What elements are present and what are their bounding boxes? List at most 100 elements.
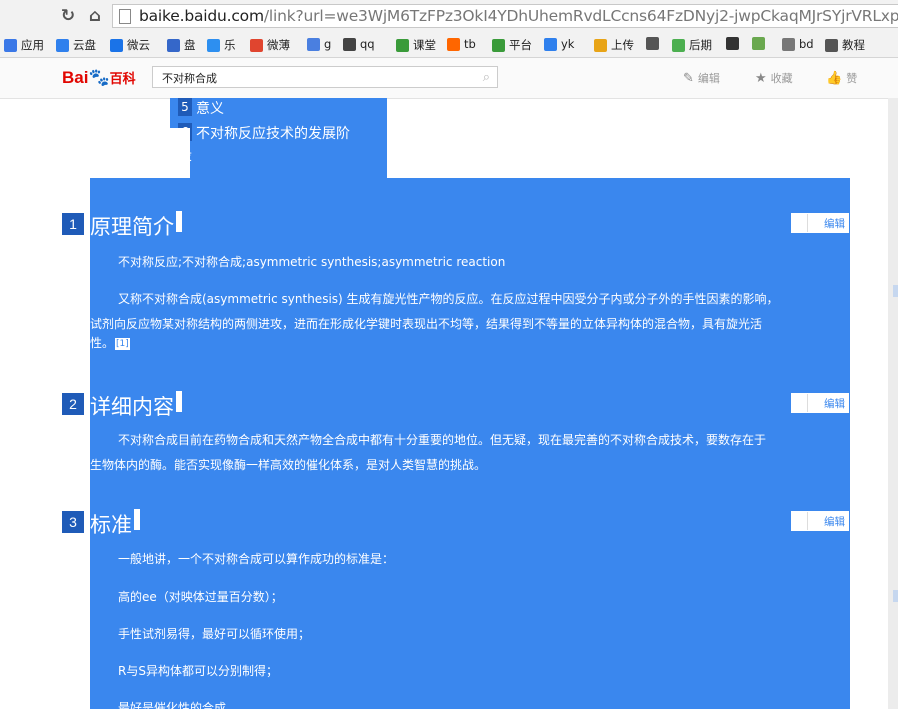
url-path: /link?url=we3WjM6TzFPz3OkI4YDhUhemRvdLCc…	[263, 7, 898, 25]
paragraph: 又称不对称合成(asymmetric synthesis) 生成有旋光性产物的反…	[118, 292, 779, 306]
page-icon	[119, 9, 131, 24]
bookmark-item[interactable]: 云盘	[56, 37, 96, 53]
paragraph: 试剂向反应物某对称结构的两侧进攻，进而在形成化学键时表现出不均等，结果得到不等量…	[90, 317, 763, 331]
bookmark-item[interactable]: 微薄	[250, 37, 290, 53]
search-query: 不对称合成	[162, 72, 217, 85]
paragraph: R与S异构体都可以分别制得；	[118, 664, 278, 678]
bookmark-item[interactable]: qq	[343, 37, 375, 51]
toc-label: 意义	[196, 101, 224, 117]
edit-label: 编辑	[824, 398, 845, 410]
section-number: 1	[62, 213, 84, 235]
bookmark-item[interactable]: 平台	[492, 37, 532, 53]
favorite-button[interactable]: ★ 收藏	[755, 70, 793, 86]
scroll-marker	[893, 590, 898, 602]
bookmark-item[interactable]: bd	[782, 37, 814, 51]
bookmark-icon	[782, 37, 795, 51]
bookmark-icon	[825, 38, 838, 52]
bookmark-item[interactable]	[752, 37, 769, 50]
bookmark-item[interactable]: 上传	[594, 37, 634, 53]
paragraph: 一般地讲，一个不对称合成可以算作成功的标准是：	[118, 552, 395, 566]
bookmark-label: bd	[799, 37, 814, 51]
bookmark-icon	[4, 38, 17, 52]
bookmark-icon	[672, 38, 685, 52]
bookmark-icon	[56, 38, 69, 52]
reload-icon[interactable]: ↻	[58, 6, 78, 26]
home-icon[interactable]: ⌂	[85, 6, 105, 26]
paragraph: 手性试剂易得，最好可以循环使用；	[118, 627, 311, 641]
bookmark-item[interactable]: 教程	[825, 37, 865, 53]
bookmark-icon	[250, 38, 263, 52]
section-edit-button[interactable]: 编辑	[791, 213, 849, 233]
bookmark-label: g	[324, 37, 332, 51]
bookmark-label: 乐	[224, 38, 236, 52]
bookmark-icon	[447, 37, 460, 51]
edit-box	[793, 512, 808, 530]
bookmark-item[interactable]	[726, 37, 743, 50]
favorite-label: 收藏	[770, 72, 793, 85]
toc-item-5[interactable]: 5 意义	[178, 98, 224, 118]
bookmarks-bar: 应用 云盘 微云 盘 乐 微薄 g qq 课堂 tb 平台 yk 上传 后期 bd 教程	[0, 33, 898, 58]
edit-label: 编辑	[824, 516, 845, 528]
paragraph: 不对称合成目前在药物合成和天然产物全合成中都有十分重要的地位。但无疑，现在最完善…	[118, 433, 767, 447]
bookmark-label: qq	[360, 37, 375, 51]
bookmark-label: 盘	[184, 38, 196, 52]
url-domain: baike.baidu.com	[139, 7, 264, 25]
bookmark-item[interactable]	[646, 37, 663, 50]
section-number: 2	[62, 393, 84, 415]
bookmark-item[interactable]: yk	[544, 37, 574, 51]
star-icon: ★	[755, 70, 767, 86]
search-icon[interactable]: ⌕	[483, 70, 490, 85]
bookmark-icon	[726, 37, 739, 50]
toc-item-6[interactable]: 6不对称反应技术的发展阶段	[178, 123, 358, 167]
toc-highlight: 5意义 6不对称反应技术的发展阶段	[170, 98, 387, 178]
bookmark-icon	[167, 38, 180, 52]
bookmark-label: 微薄	[267, 38, 290, 52]
edit-box	[793, 394, 808, 412]
bookmark-item[interactable]: tb	[447, 37, 476, 51]
bookmark-label: 平台	[509, 38, 532, 52]
scrollbar-track[interactable]	[888, 98, 898, 709]
bookmark-icon	[396, 38, 409, 52]
bookmark-item[interactable]: 课堂	[396, 37, 436, 53]
site-header: Bai🐾百科 不对称合成 ⌕ ✎ 编辑 ★ 收藏 👍 赞	[0, 58, 898, 99]
like-label: 赞	[846, 72, 858, 85]
section-number: 3	[62, 511, 84, 533]
bookmark-icon	[343, 37, 356, 51]
paragraph: 生物体内的酶。能否实现像酶一样高效的催化体系，是对人类智慧的挑战。	[90, 458, 487, 472]
bookmark-icon	[594, 38, 607, 52]
bookmark-label: 课堂	[413, 38, 436, 52]
baike-logo[interactable]: Bai🐾百科	[62, 68, 136, 88]
logo-bai: Bai	[62, 68, 89, 87]
logo-baike: 百科	[109, 71, 136, 86]
bookmark-item[interactable]: 微云	[110, 37, 150, 53]
bookmark-icon	[646, 37, 659, 50]
bookmark-item[interactable]: 应用	[4, 37, 44, 53]
bookmark-icon	[307, 37, 320, 51]
toc-gap	[170, 128, 190, 178]
search-input[interactable]: 不对称合成 ⌕	[152, 66, 498, 88]
bookmark-item[interactable]: 乐	[207, 37, 236, 53]
bookmark-icon	[207, 38, 220, 52]
toc-num: 5	[178, 98, 192, 116]
url-text: baike.baidu.com/link?url=we3WjM6TzFPz3Ok…	[139, 7, 898, 25]
header-edit-button[interactable]: ✎ 编辑	[683, 70, 720, 86]
bookmark-item[interactable]: 盘	[167, 37, 196, 53]
paragraph: 不对称反应;不对称合成;asymmetric synthesis;asymmet…	[118, 255, 506, 269]
address-bar[interactable]: baike.baidu.com/link?url=we3WjM6TzFPz3Ok…	[112, 4, 898, 28]
bookmark-label: 微云	[127, 38, 150, 52]
section-edit-button[interactable]: 编辑	[791, 393, 849, 413]
bookmark-item[interactable]: g	[307, 37, 331, 51]
bookmark-icon	[110, 38, 123, 52]
bookmark-label: 后期	[689, 38, 712, 52]
like-button[interactable]: 👍 赞	[826, 70, 857, 86]
citation-link[interactable]: [1]	[114, 336, 131, 351]
bookmark-label: 云盘	[73, 38, 96, 52]
bookmark-icon	[752, 37, 765, 50]
section-edit-button[interactable]: 编辑	[791, 511, 849, 531]
bookmark-item[interactable]: 后期	[672, 37, 712, 53]
edit-label: 编辑	[824, 218, 845, 230]
section-title: 原理简介	[90, 211, 182, 241]
browser-toolbar: ↻ ⌂ baike.baidu.com/link?url=we3WjM6TzFP…	[0, 0, 898, 33]
paragraph: 高的ee（对映体过量百分数）；	[118, 590, 283, 604]
bookmark-icon	[544, 37, 557, 51]
